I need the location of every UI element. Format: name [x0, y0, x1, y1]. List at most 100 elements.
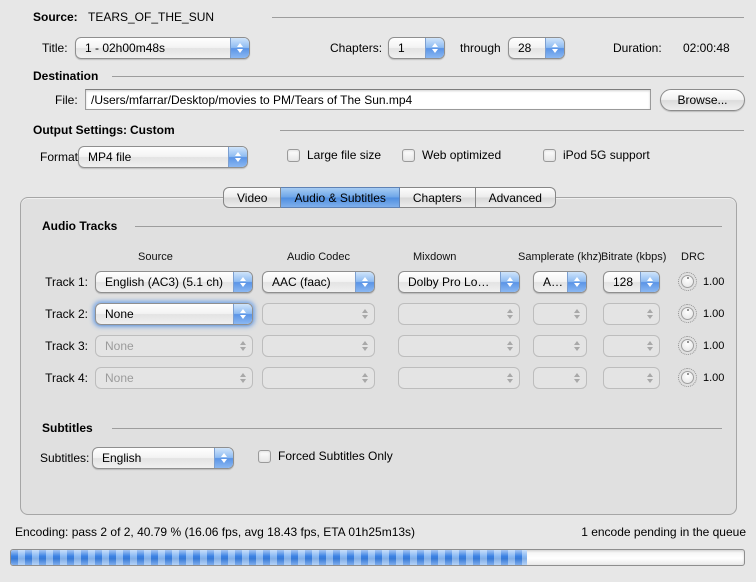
column-header-mixdown: Mixdown	[413, 251, 457, 263]
file-path-input[interactable]	[85, 89, 651, 110]
forced-subtitles-checkbox-row[interactable]: Forced Subtitles Only	[258, 449, 393, 463]
tab-chapters[interactable]: Chapters	[399, 187, 476, 208]
format-popup[interactable]: MP4 file	[78, 146, 248, 168]
handbrake-window: Source: TEARS_OF_THE_SUN Title: 1 - 02h0…	[0, 0, 756, 582]
track-4-drc-value: 1.00	[703, 371, 725, 384]
output-settings-label: Output Settings:	[33, 123, 127, 137]
track-1-mixdown-popup[interactable]: Dolby Pro Logic II	[398, 271, 520, 293]
encode-progress-bar	[10, 549, 745, 566]
chapter-end-popup[interactable]: 28	[508, 37, 565, 59]
popup-stepper-icon	[568, 368, 586, 388]
source-label: Source:	[33, 10, 78, 24]
popup-stepper-icon	[356, 368, 374, 388]
track-1-bitrate-popup[interactable]: 128	[603, 271, 660, 293]
web-optimized-checkbox-row[interactable]: Web optimized	[402, 148, 501, 162]
track-1-samplerate-popup[interactable]: Auto	[533, 271, 587, 293]
duration-label: Duration:	[613, 41, 662, 55]
source-value: TEARS_OF_THE_SUN	[88, 10, 215, 24]
subtitles-popup[interactable]: English	[92, 447, 234, 469]
tab-advanced[interactable]: Advanced	[475, 187, 556, 208]
tab-video[interactable]: Video	[223, 187, 282, 208]
track-2-drc-control: 1.00	[678, 304, 724, 323]
popup-stepper-icon	[640, 272, 659, 292]
track-4-bitrate-popup	[603, 367, 660, 389]
track-1-source-popup[interactable]: English (AC3) (5.1 ch)	[95, 271, 253, 293]
large-file-size-checkbox[interactable]	[287, 148, 300, 162]
popup-stepper-icon	[500, 272, 519, 292]
popup-stepper-icon	[356, 304, 374, 324]
popup-stepper-icon	[641, 336, 659, 356]
popup-stepper-icon	[228, 147, 247, 167]
title-popup-value: 1 - 02h00m48s	[85, 41, 166, 55]
chapter-start-value: 1	[398, 41, 405, 55]
column-header-source: Source	[138, 251, 173, 263]
track-2-drc-knob[interactable]	[678, 304, 697, 323]
popup-stepper-icon	[233, 304, 252, 324]
popup-stepper-icon	[425, 38, 444, 58]
track-2-source-popup[interactable]: None	[95, 303, 253, 325]
column-header-samplerate: Samplerate (khz)	[518, 251, 602, 263]
track-2-label: Track 2:	[45, 307, 88, 321]
track-4-drc-knob[interactable]	[678, 368, 697, 387]
popup-stepper-icon	[545, 38, 564, 58]
large-file-size-checkbox-row[interactable]: Large file size	[287, 148, 381, 162]
subtitles-popup-value: English	[102, 451, 142, 465]
chapter-start-popup[interactable]: 1	[388, 37, 445, 59]
browse-button-label: Browse...	[677, 93, 728, 107]
ipod-support-checkbox[interactable]	[543, 148, 556, 162]
ipod-support-checkbox-row[interactable]: iPod 5G support	[543, 148, 650, 162]
column-header-drc: DRC	[681, 251, 705, 263]
popup-stepper-icon	[568, 304, 586, 324]
track-1-drc-value: 1.00	[703, 275, 725, 288]
browse-button[interactable]: Browse...	[660, 89, 745, 111]
track-3-drc-knob[interactable]	[678, 336, 697, 355]
audio-tracks-separator	[135, 226, 722, 227]
track-3-label: Track 3:	[45, 339, 88, 353]
tab-bar: Video Audio & Subtitles Chapters Advance…	[223, 187, 556, 208]
popup-stepper-icon	[568, 336, 586, 356]
track-3-drc-value: 1.00	[703, 339, 725, 352]
track-3-source-popup: None	[95, 335, 253, 357]
forced-subtitles-checkbox[interactable]	[258, 449, 271, 463]
track-3-drc-control: 1.00	[678, 336, 724, 355]
popup-stepper-icon	[501, 368, 519, 388]
chapter-end-value: 28	[518, 41, 532, 55]
track-1-codec-popup[interactable]: AAC (faac)	[262, 271, 375, 293]
format-popup-value: MP4 file	[88, 150, 132, 164]
track-2-codec-popup	[262, 303, 375, 325]
track-1-drc-knob[interactable]	[678, 272, 697, 291]
track-4-label: Track 4:	[45, 371, 88, 385]
destination-section-label: Destination	[33, 69, 99, 83]
track-2-mixdown-popup	[398, 303, 520, 325]
forced-subtitles-label: Forced Subtitles Only	[278, 449, 393, 463]
web-optimized-label: Web optimized	[422, 148, 502, 162]
track-4-source-popup: None	[95, 367, 253, 389]
popup-stepper-icon	[355, 272, 374, 292]
track-3-bitrate-popup	[603, 335, 660, 357]
track-2-bitrate-popup	[603, 303, 660, 325]
large-file-size-label: Large file size	[307, 148, 382, 162]
queue-status-text: 1 encode pending in the queue	[581, 525, 746, 539]
popup-stepper-icon	[641, 304, 659, 324]
tab-audio-subtitles[interactable]: Audio & Subtitles	[281, 187, 400, 208]
track-3-mixdown-popup	[398, 335, 520, 357]
track-1-label: Track 1:	[45, 275, 88, 289]
track-4-drc-control: 1.00	[678, 368, 724, 387]
popup-stepper-icon	[501, 336, 519, 356]
track-2-samplerate-popup	[533, 303, 587, 325]
track-3-codec-popup	[262, 335, 375, 357]
popup-stepper-icon	[356, 336, 374, 356]
chapters-label: Chapters:	[330, 41, 383, 55]
column-header-bitrate: Bitrate (kbps)	[601, 251, 667, 263]
popup-stepper-icon	[214, 448, 233, 468]
ipod-support-label: iPod 5G support	[563, 148, 650, 162]
column-header-codec: Audio Codec	[287, 251, 350, 263]
output-settings-preset: Custom	[130, 123, 175, 137]
popup-stepper-icon	[233, 272, 252, 292]
popup-stepper-icon	[641, 368, 659, 388]
encoding-status-text: Encoding: pass 2 of 2, 40.79 % (16.06 fp…	[15, 525, 416, 539]
web-optimized-checkbox[interactable]	[402, 148, 415, 162]
title-popup[interactable]: 1 - 02h00m48s	[75, 37, 250, 59]
encode-progress-fill	[11, 550, 528, 565]
popup-stepper-icon	[501, 304, 519, 324]
